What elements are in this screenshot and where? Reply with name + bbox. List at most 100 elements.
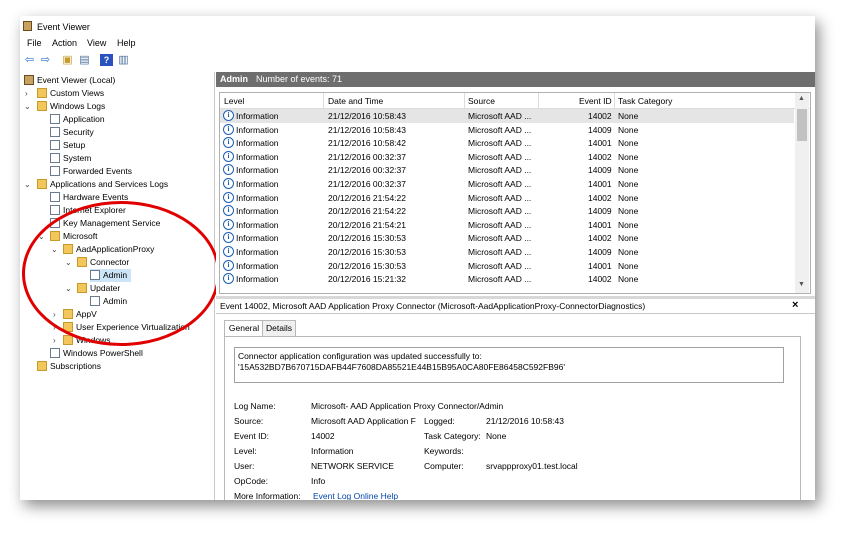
tree-label: Windows [76,335,111,345]
cell-task-category: None [618,179,639,189]
tree-item-aadapplicationproxy[interactable]: AadApplicationProxy [63,243,154,256]
table-row[interactable]: i Information 20/12/2016 21:54:22 Microsoft… [220,204,794,218]
folder-icon [63,244,73,254]
tab-general[interactable]: General [224,320,264,337]
menu-action[interactable]: Action [52,38,77,48]
tree-label: Connector [90,257,130,267]
tree-item-key-management-service[interactable]: Key Management Service [50,217,160,230]
folder-icon [63,309,73,319]
tab-details[interactable]: Details [262,320,296,336]
table-row[interactable]: i Information 20/12/2016 15:30:53 Microsoft… [220,245,794,259]
scroll-down-icon[interactable]: ▼ [798,281,805,288]
chevron-down-icon[interactable]: ⌄ [65,282,72,295]
tree-item-updater-admin[interactable]: Admin [90,295,127,308]
tree-item-system[interactable]: System [50,152,91,165]
events-header: Admin Number of events: 71 [216,72,815,87]
table-row[interactable]: i Information 20/12/2016 15:30:53 Microsoft… [220,259,794,273]
event-log-online-help-link[interactable]: Event Log Online Help [313,491,398,500]
folder-up-icon[interactable]: ▣ [61,54,74,66]
help-icon[interactable]: ? [100,54,113,66]
tree-item-connector-admin[interactable]: Admin [90,269,132,282]
chevron-right-icon[interactable]: › [53,334,56,347]
tree-item-event-viewer-local[interactable]: Event Viewer (Local) [24,74,115,87]
vertical-scrollbar[interactable]: ▲ ▼ [795,93,809,293]
tree-item-applications-and-services-logs[interactable]: Applications and Services Logs [37,178,168,191]
table-row[interactable]: i Information 20/12/2016 15:30:53 Microsoft… [220,231,794,245]
menu-file[interactable]: File [27,38,42,48]
table-row[interactable]: i Information 20/12/2016 15:21:32 Microsoft… [220,272,794,286]
table-row[interactable]: i Information 21/12/2016 00:32:37 Microsoft… [220,163,794,177]
cell-date: 20/12/2016 21:54:22 [328,206,406,217]
tree-item-connector[interactable]: Connector [77,256,129,269]
cell-task-category: None [618,165,639,176]
information-icon: i [223,191,234,203]
task-category-value: None [486,431,507,441]
menu-help[interactable]: Help [117,38,136,48]
cell-level: Information [236,111,279,121]
column-divider[interactable] [614,93,615,108]
log-icon [50,192,60,202]
more-information-label: More Information: [234,491,301,500]
tree-item-windows-powershell[interactable]: Windows PowerShell [50,347,143,360]
table-row[interactable]: i Information 21/12/2016 00:32:37 Microsoft… [220,150,794,164]
keywords-label: Keywords: [424,446,464,456]
column-header-event-id[interactable]: Event ID [579,96,612,106]
tree-item-appv[interactable]: AppV [63,308,97,321]
chevron-down-icon[interactable]: ⌄ [38,230,45,243]
chevron-down-icon[interactable]: ⌄ [51,243,58,256]
tree-item-windows-logs[interactable]: Windows Logs [37,100,105,113]
table-row[interactable]: i Information 20/12/2016 21:54:21 Microsoft… [220,218,794,232]
cell-date: 21/12/2016 00:32:37 [328,179,406,189]
tree-item-security[interactable]: Security [50,126,94,139]
cell-task-category: None [618,192,639,203]
column-header-level[interactable]: Level [224,96,244,106]
log-icon [90,296,100,306]
tree-item-hardware-events[interactable]: Hardware Events [50,191,128,204]
back-arrow-icon[interactable]: ⇦ [23,54,36,66]
table-row[interactable]: i Information 21/12/2016 00:32:37 Microsoft… [220,177,794,191]
chevron-right-icon[interactable]: › [53,321,56,334]
table-row[interactable]: i Information 21/12/2016 10:58:43 Microsoft… [220,109,794,123]
column-header-date[interactable]: Date and Time [328,96,383,106]
tree-item-application[interactable]: Application [50,113,105,126]
column-header-task-category[interactable]: Task Category [618,96,672,106]
column-header-source[interactable]: Source [468,96,495,106]
chevron-right-icon[interactable]: › [53,308,56,321]
tree-item-setup[interactable]: Setup [50,139,85,152]
event-description[interactable]: Connector application configuration was … [234,347,784,383]
table-row[interactable]: i Information 20/12/2016 21:54:22 Microsoft… [220,191,794,205]
column-divider[interactable] [323,93,324,108]
chevron-down-icon[interactable]: ⌄ [24,178,31,191]
chevron-down-icon[interactable]: ⌄ [24,100,31,113]
tree-label: Windows PowerShell [63,348,143,358]
tree-item-user-experience-virtualization[interactable]: User Experience Virtualization [63,321,190,334]
column-divider[interactable] [464,93,465,108]
tree-item-custom-views[interactable]: Custom Views [37,87,104,100]
console-tree-icon[interactable]: ▤ [78,54,91,66]
event-viewer-icon [24,75,34,85]
tree-item-updater[interactable]: Updater [77,282,120,295]
properties-icon[interactable]: ▥ [117,54,130,66]
menu-view[interactable]: View [87,38,106,48]
tree-item-microsoft[interactable]: Microsoft [50,230,97,243]
tree-item-forwarded-events[interactable]: Forwarded Events [50,165,132,178]
log-icon [50,140,60,150]
information-icon: i [223,164,234,176]
forward-arrow-icon[interactable]: ⇨ [39,54,52,66]
column-divider[interactable] [538,93,539,108]
scroll-up-icon[interactable]: ▲ [798,95,805,102]
table-row[interactable]: i Information 21/12/2016 10:58:43 Microsoft… [220,123,794,137]
tree-item-subscriptions[interactable]: Subscriptions [37,360,101,373]
chevron-down-icon[interactable]: ⌄ [65,256,72,269]
tree-label: User Experience Virtualization [76,322,190,332]
table-row[interactable]: i Information 21/12/2016 10:58:42 Microsoft… [220,136,794,150]
chevron-right-icon[interactable]: › [25,87,28,100]
folder-icon [37,179,47,189]
tree-item-windows[interactable]: Windows [63,334,110,347]
cell-level: Information [236,138,279,149]
user-label: User: [234,461,255,471]
cell-date: 20/12/2016 15:30:53 [328,233,406,244]
close-icon[interactable]: × [792,299,798,311]
tree-item-internet-explorer[interactable]: Internet Explorer [50,204,126,217]
scrollbar-thumb[interactable] [797,109,807,141]
